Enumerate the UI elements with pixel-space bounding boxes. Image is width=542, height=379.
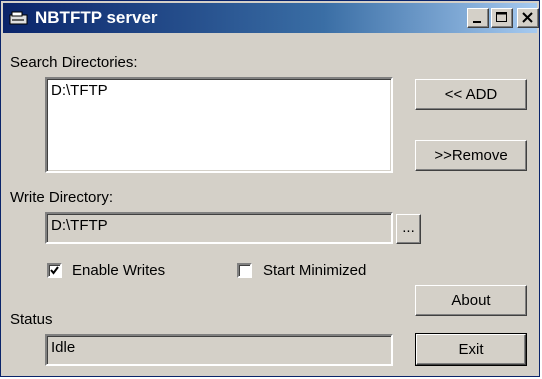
search-directories-list[interactable]: D:\TFTP <box>45 77 393 173</box>
close-button[interactable] <box>517 8 539 28</box>
app-window: NBTFTP server Search Directories: D:\TFT… <box>0 0 540 377</box>
enable-writes-label[interactable]: Enable Writes <box>72 262 165 279</box>
app-icon <box>9 11 29 25</box>
write-directory-field[interactable]: D:\TFTP <box>45 212 393 244</box>
write-directory-label: Write Directory: <box>10 189 114 206</box>
checkmark-icon <box>50 266 59 275</box>
maximize-button[interactable] <box>491 8 513 28</box>
status-label: Status <box>10 311 53 328</box>
start-minimized-checkbox[interactable] <box>237 263 252 278</box>
maximize-icon <box>496 12 507 22</box>
start-minimized-label[interactable]: Start Minimized <box>263 262 366 279</box>
minimize-button[interactable] <box>467 8 489 28</box>
minimize-icon <box>473 21 481 23</box>
add-button[interactable]: << ADD <box>415 79 527 110</box>
enable-writes-checkbox[interactable] <box>47 263 62 278</box>
window-title: NBTFTP server <box>35 8 158 27</box>
status-field: Idle <box>45 334 393 366</box>
remove-button[interactable]: >>Remove <box>415 140 527 171</box>
exit-button[interactable]: Exit <box>415 333 527 366</box>
search-directories-label: Search Directories: <box>10 54 138 71</box>
title-bar[interactable]: NBTFTP server <box>3 3 539 33</box>
about-button[interactable]: About <box>415 285 527 316</box>
close-icon <box>522 12 533 23</box>
list-item[interactable]: D:\TFTP <box>51 82 387 99</box>
browse-button[interactable]: ... <box>396 214 421 244</box>
